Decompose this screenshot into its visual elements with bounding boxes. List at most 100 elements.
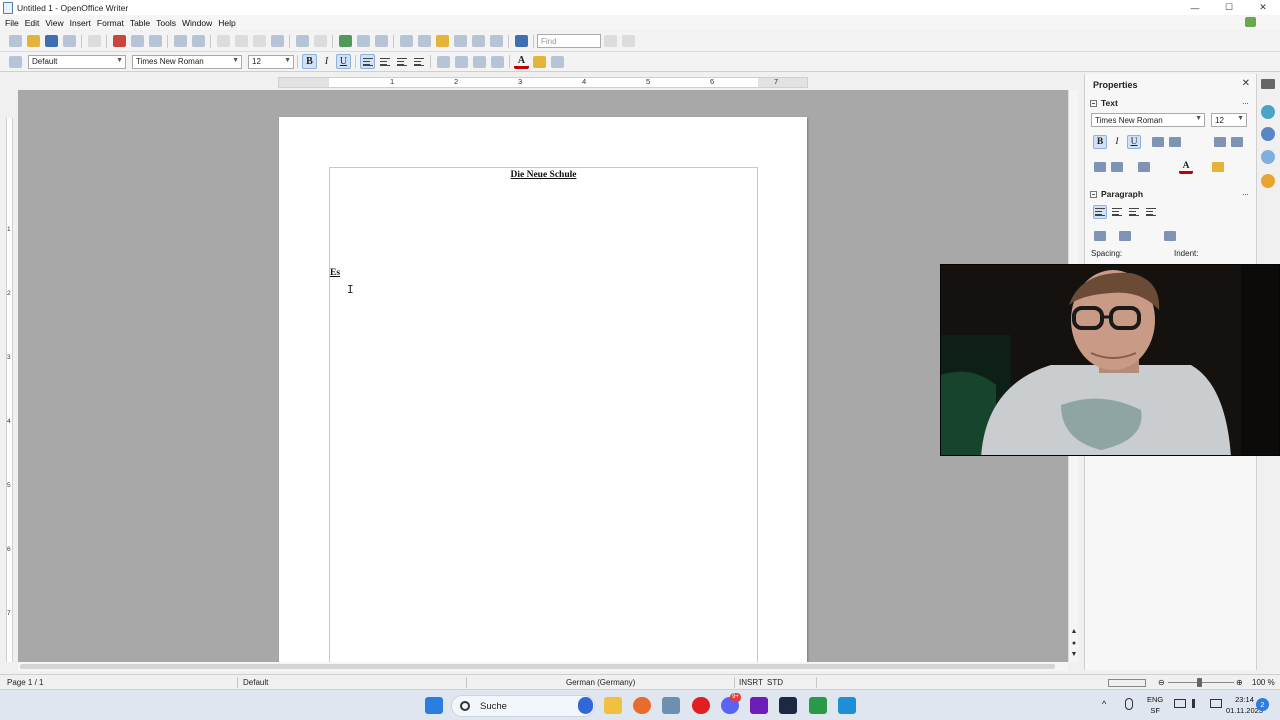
- bing-icon[interactable]: [578, 697, 593, 714]
- zoom-icon[interactable]: [489, 35, 503, 47]
- menu-edit[interactable]: Edit: [22, 18, 43, 28]
- send-email-icon[interactable]: [62, 35, 76, 47]
- gallery-icon[interactable]: [435, 35, 449, 47]
- find-next-icon[interactable]: [603, 35, 617, 47]
- underline-button[interactable]: U: [336, 54, 351, 69]
- language[interactable]: German (Germany): [566, 678, 635, 687]
- paragraph-more-options-icon[interactable]: ···: [1242, 189, 1249, 199]
- character-spacing-icon[interactable]: [1137, 160, 1151, 174]
- align-right-button[interactable]: [394, 54, 409, 69]
- font-size-select[interactable]: 12 ▼: [248, 54, 294, 69]
- superscript-icon[interactable]: [1093, 160, 1107, 174]
- document-page[interactable]: Die Neue Schule Es I: [279, 117, 807, 662]
- nzxt-icon[interactable]: [750, 697, 768, 714]
- increase-indent-icon[interactable]: [490, 55, 504, 68]
- decrease-font-icon[interactable]: [1230, 135, 1244, 149]
- close-button[interactable]: ✕: [1246, 0, 1280, 15]
- gallery-deck-icon[interactable]: [1261, 150, 1275, 164]
- vertical-ruler[interactable]: 1 2 3 4 5 6 7: [2, 90, 16, 662]
- menu-view[interactable]: View: [42, 18, 66, 28]
- formatting-marks-icon[interactable]: [471, 35, 485, 47]
- sidebar-justify-button[interactable]: [1144, 205, 1158, 219]
- sidebar-font-size-select[interactable]: 12 ▼: [1211, 113, 1247, 127]
- zoom-level[interactable]: 100 %: [1252, 678, 1275, 687]
- zoom-out-icon[interactable]: ⊖: [1158, 678, 1165, 687]
- properties-deck-icon[interactable]: [1261, 105, 1275, 119]
- sidebar-underline-button[interactable]: U: [1127, 135, 1141, 149]
- highlighting-icon[interactable]: [532, 55, 546, 68]
- export-pdf-icon[interactable]: [112, 35, 126, 47]
- autospellcheck-icon[interactable]: [191, 35, 205, 47]
- sidebar-close-icon[interactable]: ✕: [1242, 78, 1250, 89]
- undo-icon[interactable]: [295, 35, 309, 47]
- sidebar-align-right-button[interactable]: [1127, 205, 1141, 219]
- styles-formatting-icon[interactable]: [8, 55, 22, 68]
- text-more-options-icon[interactable]: ···: [1242, 98, 1249, 108]
- tab-stop-selector[interactable]: [0, 74, 18, 90]
- paragraph-section-header[interactable]: Paragraph: [1090, 189, 1143, 199]
- language-indicator[interactable]: ENG SF: [1147, 694, 1163, 716]
- spellcheck-icon[interactable]: [173, 35, 187, 47]
- steam-icon[interactable]: [779, 697, 797, 714]
- chevron-up-icon[interactable]: ^: [1102, 699, 1106, 710]
- edit-file-icon[interactable]: [87, 35, 101, 47]
- font-name-select[interactable]: Times New Roman ▼: [132, 54, 242, 69]
- minimize-button[interactable]: —: [1178, 0, 1212, 15]
- sidebar-numbering-icon[interactable]: [1118, 229, 1132, 243]
- shadow-icon[interactable]: [1168, 135, 1182, 149]
- menu-window[interactable]: Window: [179, 18, 215, 28]
- next-page-icon[interactable]: ▼: [1070, 651, 1078, 658]
- data-sources-icon[interactable]: [453, 35, 467, 47]
- table-icon[interactable]: [356, 35, 370, 47]
- navigation-icon[interactable]: ●: [1070, 640, 1078, 647]
- strikethrough-icon[interactable]: [1151, 135, 1165, 149]
- volume-icon[interactable]: [1192, 699, 1201, 708]
- sidebar-font-color-button[interactable]: A: [1179, 160, 1193, 174]
- font-color-button[interactable]: A: [514, 54, 529, 69]
- sidebar-bold-button[interactable]: B: [1093, 135, 1107, 149]
- navigator-icon[interactable]: [417, 35, 431, 47]
- clone-formatting-icon[interactable]: [270, 35, 284, 47]
- update-notification-icon[interactable]: [1245, 17, 1256, 27]
- find-field[interactable]: Find: [537, 34, 601, 48]
- file-explorer-icon[interactable]: [604, 697, 622, 714]
- battery-icon[interactable]: [1210, 699, 1222, 708]
- copy-icon[interactable]: [234, 35, 248, 47]
- document-heading[interactable]: Die Neue Schule: [330, 170, 757, 180]
- openoffice-taskbar-icon[interactable]: [838, 697, 856, 714]
- help-icon[interactable]: [514, 35, 528, 47]
- menu-help[interactable]: Help: [215, 18, 238, 28]
- page-count[interactable]: Page 1 / 1: [7, 678, 43, 687]
- styles-deck-icon[interactable]: [1261, 127, 1275, 141]
- menu-file[interactable]: File: [2, 18, 22, 28]
- justify-button[interactable]: [411, 54, 426, 69]
- print-preview-icon[interactable]: [148, 35, 162, 47]
- view-layout-icon[interactable]: [1108, 679, 1146, 687]
- align-left-button[interactable]: [360, 54, 375, 69]
- increase-font-icon[interactable]: [1213, 135, 1227, 149]
- page-style[interactable]: Default: [243, 678, 268, 687]
- navigator-deck-icon[interactable]: [1261, 174, 1275, 188]
- sidebar-align-center-button[interactable]: [1110, 205, 1124, 219]
- sidebar-font-name-select[interactable]: Times New Roman ▼: [1091, 113, 1205, 127]
- paste-icon[interactable]: [252, 35, 266, 47]
- firefox-icon[interactable]: [633, 697, 651, 714]
- sidebar-bullets-icon[interactable]: [1093, 229, 1107, 243]
- menu-tools[interactable]: Tools: [153, 18, 179, 28]
- app-green-icon[interactable]: [809, 697, 827, 714]
- new-document-icon[interactable]: [8, 35, 22, 47]
- open-folder-icon[interactable]: [26, 35, 40, 47]
- subscript-icon[interactable]: [1110, 160, 1124, 174]
- insert-mode[interactable]: INSRT: [739, 678, 763, 687]
- show-draw-functions-icon[interactable]: [374, 35, 388, 47]
- italic-button[interactable]: I: [319, 54, 334, 69]
- scrollbar-thumb[interactable]: [20, 664, 1055, 669]
- zoom-in-icon[interactable]: ⊕: [1236, 678, 1243, 687]
- zoom-slider-thumb[interactable]: [1197, 678, 1202, 687]
- notification-badge[interactable]: 2: [1256, 698, 1269, 711]
- find-previous-icon[interactable]: [621, 35, 635, 47]
- microphone-icon[interactable]: [1125, 698, 1133, 710]
- align-center-button[interactable]: [377, 54, 392, 69]
- app-icon[interactable]: [662, 697, 680, 714]
- redo-icon[interactable]: [313, 35, 327, 47]
